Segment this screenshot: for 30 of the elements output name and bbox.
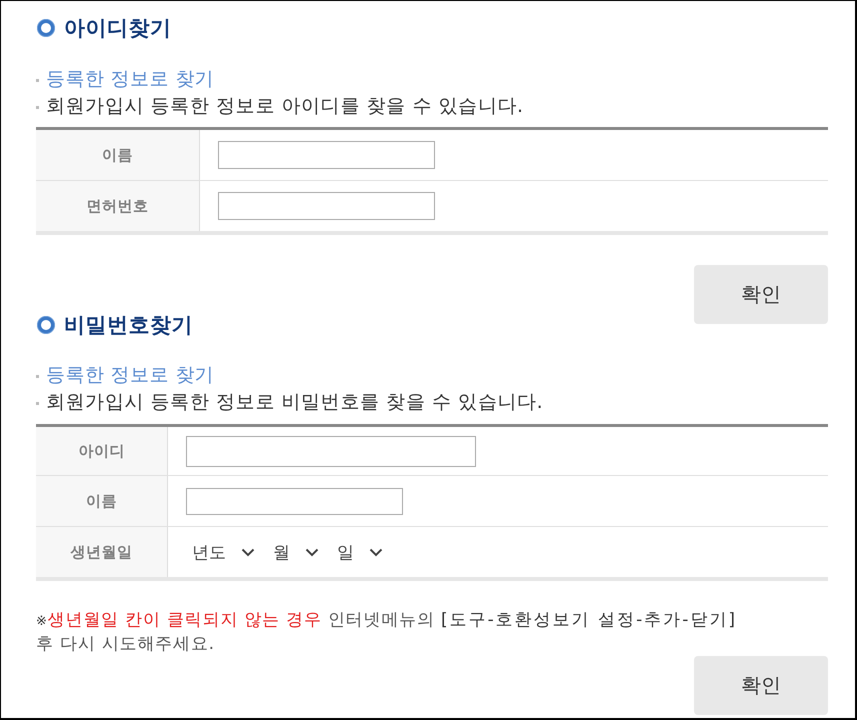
chevron-icon	[305, 548, 319, 556]
date-dropdown[interactable]: 년도	[186, 537, 261, 567]
field-label: 아이디	[36, 427, 168, 475]
confirm-button[interactable]: 확인	[694, 265, 828, 324]
chevron-icon	[369, 548, 383, 556]
chevron-icon	[241, 548, 255, 556]
section-title: 비밀번호찾기	[64, 312, 193, 339]
field-label: 면허번호	[36, 181, 200, 231]
section-title: 아이디찾기	[64, 15, 172, 42]
date-dropdown[interactable]: 월	[267, 537, 325, 567]
description-text: 회원가입시 등록한 정보로 비밀번호를 찾을 수 있습니다.	[46, 390, 544, 415]
ring-icon	[37, 316, 55, 334]
field-label: 생년월일	[36, 527, 168, 577]
description-text: 회원가입시 등록한 정보로 아이디를 찾을 수 있습니다.	[46, 94, 524, 119]
ring-icon	[37, 19, 55, 37]
bullet-icon	[36, 79, 39, 82]
bullet-icon	[36, 106, 39, 109]
field-label: 이름	[36, 476, 168, 526]
bullet-icon	[36, 375, 39, 378]
field-label: 이름	[36, 130, 200, 180]
date-dropdown[interactable]: 일	[331, 537, 389, 567]
input-field[interactable]	[218, 141, 435, 169]
notice-text: ※생년월일 칸이 클릭되지 않는 경우 인터넷메뉴의 [도구-호환성보기 설정-추가-닫기] 후 다시 시도해주세요.	[36, 609, 738, 656]
subtitle-text: 등록한 정보로 찾기	[46, 363, 214, 388]
bullet-icon	[36, 402, 39, 405]
subtitle-text: 등록한 정보로 찾기	[46, 67, 214, 92]
input-field[interactable]	[218, 192, 435, 220]
input-field[interactable]	[186, 488, 403, 514]
confirm-button[interactable]: 확인	[694, 656, 828, 715]
input-field[interactable]	[186, 436, 476, 466]
